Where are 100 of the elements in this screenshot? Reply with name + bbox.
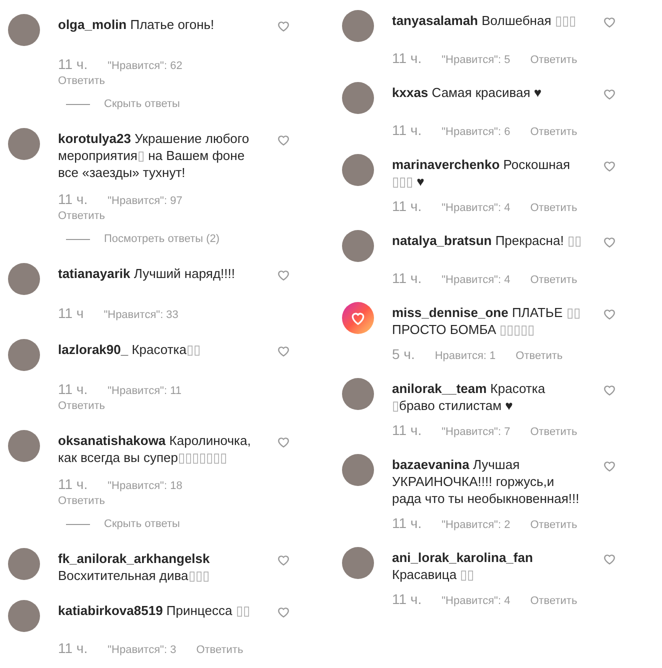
like-heart-icon[interactable]	[603, 160, 616, 172]
likes-count: "Нравится": 33	[104, 308, 178, 323]
username-link[interactable]: fk_anilorak_arkhangelsk	[58, 551, 210, 566]
username-link[interactable]: miss_dennise_one	[392, 305, 508, 320]
comment-time: 11 ч.	[58, 381, 88, 397]
like-heart-icon[interactable]	[603, 553, 616, 565]
like-heart-icon[interactable]	[603, 308, 616, 320]
reply-link[interactable]: Ответить	[516, 349, 563, 364]
avatar-photo-placeholder	[342, 378, 374, 410]
avatar-photo-placeholder	[8, 548, 40, 580]
reply-link[interactable]: Ответить	[530, 125, 578, 140]
avatar-photo-placeholder	[342, 10, 374, 42]
comment-time: 11 ч.	[58, 640, 88, 656]
replies-toggle[interactable]: Скрыть ответы	[104, 517, 180, 532]
comment-text: natalya_bratsun Прекрасна! ▯▯	[392, 232, 582, 249]
username-link[interactable]: oksanatishakowa	[58, 433, 166, 448]
username-link[interactable]: anilorak__team	[392, 381, 487, 396]
comment-time: 5 ч.	[392, 346, 415, 362]
avatar-photo-placeholder	[8, 14, 40, 46]
like-heart-icon[interactable]	[277, 606, 290, 618]
reply-link[interactable]: Ответить	[58, 399, 328, 414]
comment-time: 11 ч.	[392, 122, 422, 138]
avatar-photo-placeholder	[8, 263, 40, 295]
username-link[interactable]: olga_molin	[58, 17, 127, 32]
comment-time: 11 ч.	[392, 591, 422, 607]
username-link[interactable]: tatianayarik	[58, 266, 130, 281]
replies-toggle[interactable]: Посмотреть ответы (2)	[104, 232, 220, 247]
comment-text: marinaverchenko Роскошная ▯▯▯ ♥	[392, 156, 572, 190]
likes-count: "Нравится": 6	[442, 125, 510, 140]
comment-text: olga_molin Платье огонь!	[58, 16, 216, 33]
comment-text: katiabirkova8519 Принцесса ▯▯	[58, 602, 251, 619]
comment-text: ani_lorak_karolina_fan Красавица ▯▯	[392, 549, 534, 583]
username-link[interactable]: kxxas	[392, 85, 428, 100]
likes-count: "Нравится": 4	[442, 201, 510, 216]
avatar-photo-placeholder	[8, 339, 40, 371]
comment-time: 11 ч.	[392, 198, 422, 214]
avatar-photo-placeholder	[342, 547, 374, 579]
likes-count: "Нравится": 3	[108, 643, 176, 658]
like-heart-icon[interactable]	[277, 436, 290, 448]
likes-count: "Нравится": 5	[442, 53, 510, 68]
likes-count: "Нравится": 7	[442, 425, 510, 440]
like-heart-icon[interactable]	[603, 384, 616, 396]
avatar-photo-placeholder	[342, 82, 374, 114]
reply-link[interactable]: Ответить	[58, 494, 328, 509]
comment-time: 11 ч.	[392, 515, 422, 531]
avatar-photo-placeholder	[8, 430, 40, 462]
comment-time: 11 ч.	[392, 422, 422, 438]
comment-time: 11 ч.	[58, 476, 88, 492]
username-link[interactable]: natalya_bratsun	[392, 233, 492, 248]
username-link[interactable]: lazlorak90_	[58, 342, 128, 357]
username-link[interactable]: katiabirkova8519	[58, 603, 163, 618]
avatar-photo-placeholder	[342, 154, 374, 186]
username-link[interactable]: ani_lorak_karolina_fan	[392, 550, 533, 565]
reply-link[interactable]: Ответить	[530, 594, 578, 609]
like-heart-icon[interactable]	[277, 134, 290, 146]
likes-count: "Нравится": 62	[108, 59, 182, 74]
username-link[interactable]: marinaverchenko	[392, 157, 500, 172]
like-heart-icon[interactable]	[603, 88, 616, 100]
like-heart-icon[interactable]	[603, 16, 616, 28]
comment-time: 11 ч	[58, 305, 84, 321]
like-heart-icon[interactable]	[277, 345, 290, 357]
comment-text: anilorak__team Красотка ▯браво стилистам ♥	[392, 380, 546, 414]
reply-link[interactable]: Ответить	[530, 201, 578, 216]
likes-count: Нравится: 1	[434, 349, 496, 364]
reply-link[interactable]: Ответить	[530, 518, 578, 533]
avatar-photo-placeholder	[8, 600, 40, 632]
like-heart-icon[interactable]	[277, 20, 290, 32]
replies-toggle[interactable]: Скрыть ответы	[104, 97, 180, 112]
comment-text: lazlorak90_ Красотка▯▯	[58, 341, 202, 358]
comment-time: 11 ч.	[58, 191, 88, 207]
reply-link[interactable]: Ответить	[196, 643, 244, 658]
username-link[interactable]: bazaevanina	[392, 457, 470, 472]
like-heart-icon[interactable]	[603, 236, 616, 248]
likes-count: "Нравится": 11	[108, 384, 182, 399]
likes-count: "Нравится": 97	[108, 194, 182, 209]
comment-text: miss_dennise_one ПЛАТЬЕ ▯▯ ПРОСТО БОМБА ▯▯▯▯▯	[392, 304, 582, 338]
reply-link[interactable]: Ответить	[58, 209, 328, 224]
heart-logo-avatar	[342, 302, 374, 334]
reply-link[interactable]: Ответить	[530, 425, 578, 440]
avatar-photo-placeholder	[342, 454, 374, 486]
like-heart-icon[interactable]	[277, 554, 290, 566]
comment-text: kxxas Самая красивая ♥	[392, 84, 543, 101]
reply-link[interactable]: Ответить	[530, 53, 578, 68]
comment-time: 11 ч.	[392, 270, 422, 286]
likes-count: "Нравится": 4	[442, 594, 510, 609]
comment-time: 11 ч.	[392, 50, 422, 66]
username-link[interactable]: tanyasalamah	[392, 13, 478, 28]
comment-text: bazaevanina Лучшая УКРАИНОЧКА!!!! горжусь,и рада что ты необыкновенная!!!	[392, 456, 580, 507]
username-link[interactable]: korotulya23	[58, 131, 131, 146]
comment-time: 11 ч.	[58, 56, 88, 72]
comment-text: oksanatishakowa Каролиночка, как всегда вы супер▯▯▯▯▯▯▯	[58, 432, 252, 466]
reply-link[interactable]: Ответить	[530, 273, 578, 288]
comment-text: tatianayarik Лучший наряд!!!!	[58, 265, 236, 282]
like-heart-icon[interactable]	[603, 460, 616, 472]
likes-count: "Нравится": 4	[442, 273, 510, 288]
avatar-photo-placeholder	[8, 128, 40, 160]
reply-link[interactable]: Ответить	[58, 74, 328, 89]
avatar-photo-placeholder	[342, 230, 374, 262]
likes-count: "Нравится": 18	[108, 479, 182, 494]
like-heart-icon[interactable]	[277, 269, 290, 281]
